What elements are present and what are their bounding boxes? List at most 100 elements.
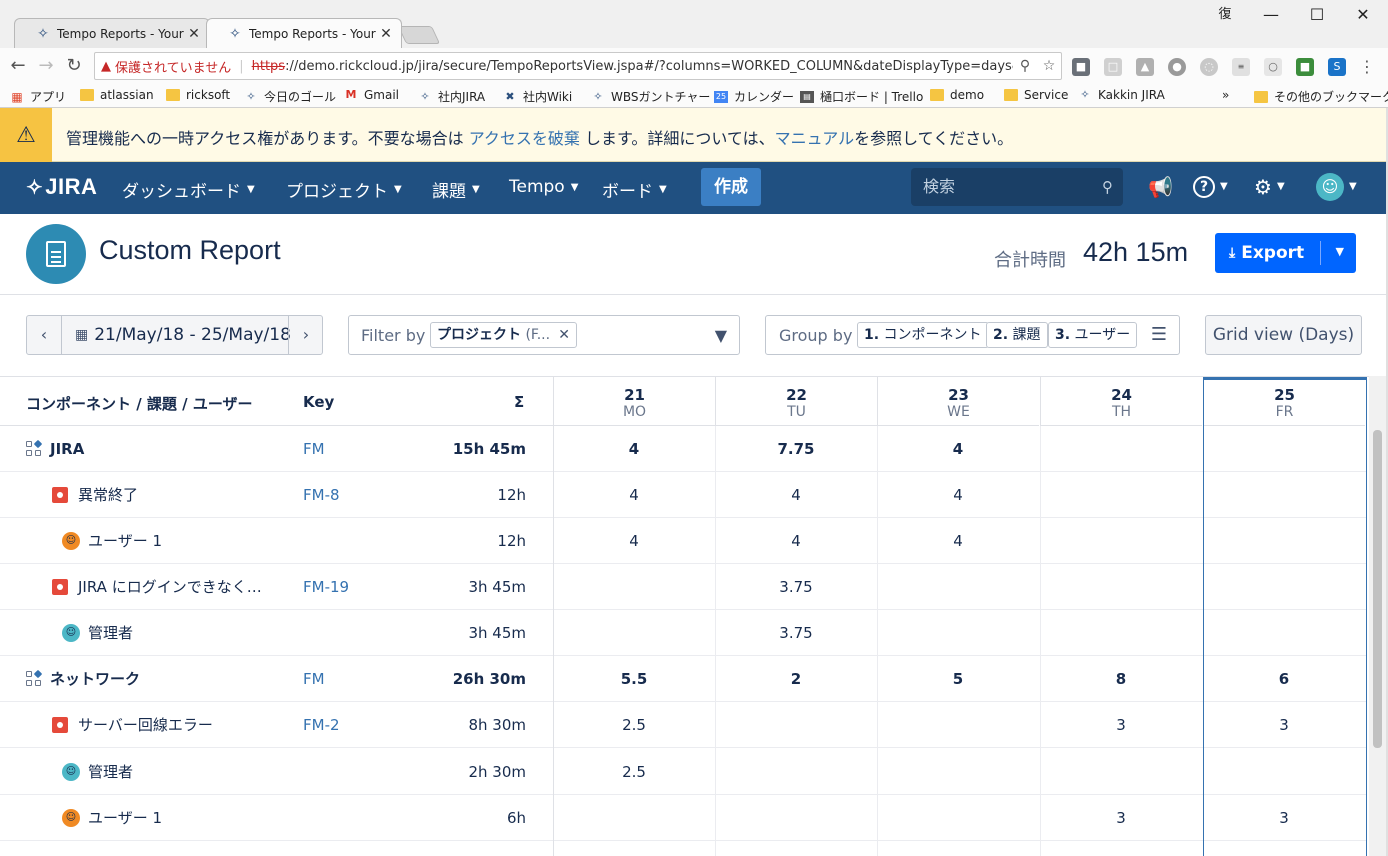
menu-dashboards[interactable]: ダッシュボード ▼ — [122, 177, 255, 202]
day-cell[interactable]: 2.5 — [553, 702, 715, 748]
manual-link[interactable]: マニュアル — [775, 129, 855, 148]
help-menu[interactable]: ? ▼ — [1193, 175, 1228, 199]
bookmark-item[interactable]: ✧ Kakkin JIRA — [1078, 88, 1164, 102]
search-input[interactable]: 検索 ⚲ — [911, 168, 1123, 206]
column-header-sum[interactable]: Σ — [514, 393, 524, 411]
browser-tab[interactable]: ✧ Tempo Reports - Your Co ✕ — [14, 18, 210, 48]
bookmark-item[interactable]: ricksoft — [166, 88, 230, 102]
day-cell[interactable]: 4 — [553, 472, 715, 518]
bookmark-item[interactable]: 25 カレンダー — [714, 88, 794, 105]
insecure-label[interactable]: 保護されていません — [115, 57, 231, 76]
day-cell[interactable] — [877, 749, 1039, 795]
star-icon[interactable]: ☆ — [1037, 58, 1061, 74]
pdf-extension-icon[interactable]: □ — [1104, 58, 1122, 76]
day-cell[interactable]: 4 — [553, 426, 715, 472]
day-cell[interactable]: 2.5 — [553, 749, 715, 795]
scrollbar-thumb[interactable] — [1373, 430, 1382, 748]
extension-icon[interactable]: ■ — [1296, 58, 1314, 76]
menu-dots-icon[interactable]: ⋮ — [1358, 58, 1376, 76]
close-icon[interactable]: ✕ — [379, 26, 393, 42]
close-icon[interactable]: ✕ — [558, 323, 570, 347]
bookmark-item[interactable]: ✧ 社内JIRA — [418, 88, 485, 105]
column-header-day[interactable]: 25 FR — [1203, 377, 1365, 426]
bookmark-item[interactable]: ✖ 社内Wiki — [503, 88, 572, 105]
bookmark-item[interactable]: ▤ 樋口ボード | Trello — [800, 88, 923, 105]
day-cell[interactable]: 4 — [715, 472, 877, 518]
row-name[interactable]: JIRA — [26, 426, 292, 472]
filter-bar[interactable]: Filter by プロジェクト (F... ✕ ▼ — [348, 315, 740, 355]
chrome-extension-icon[interactable]: ● — [1168, 58, 1186, 76]
day-cell[interactable] — [877, 702, 1039, 748]
day-cell[interactable] — [1203, 749, 1365, 795]
day-cell[interactable] — [1040, 518, 1202, 564]
day-cell[interactable]: 7.75 — [715, 426, 877, 472]
bookmarks-more-button[interactable]: » — [1222, 88, 1229, 102]
filter-chip-project[interactable]: プロジェクト (F... ✕ — [430, 322, 577, 348]
extension-icon[interactable]: ◌ — [1200, 58, 1218, 76]
jira-logo[interactable]: ✧ JIRA — [26, 174, 97, 200]
group-chip-component[interactable]: 1. コンポーネント — [857, 322, 989, 348]
day-cell[interactable] — [877, 610, 1039, 656]
grid-view-button[interactable]: Grid view (Days) — [1205, 315, 1362, 355]
bookmark-item[interactable]: ✧ 今日のゴール — [244, 88, 336, 105]
extension-icon[interactable]: ≡ — [1232, 58, 1250, 76]
menu-boards[interactable]: ボード ▼ — [602, 177, 667, 202]
group-chip-issue[interactable]: 2. 課題 — [986, 322, 1048, 348]
forward-icon[interactable]: → — [34, 54, 58, 78]
bookmark-item[interactable]: demo — [930, 88, 984, 102]
day-cell[interactable] — [1203, 426, 1365, 472]
column-header-day[interactable]: 21 MO — [553, 377, 715, 426]
day-cell[interactable]: 3.75 — [715, 610, 877, 656]
column-header-day[interactable]: 23 WE — [877, 377, 1039, 426]
group-by-bar[interactable]: Group by 1. コンポーネント 2. 課題 3. ユーザー ☰ — [765, 315, 1180, 355]
day-cell[interactable] — [1040, 564, 1202, 610]
url-input[interactable]: ▲ 保護されていません | https ://demo.rickcloud.jp… — [94, 52, 1062, 80]
new-tab-button[interactable] — [397, 26, 441, 44]
day-cell[interactable] — [877, 564, 1039, 610]
day-cell[interactable]: 2 — [715, 656, 877, 702]
menu-tempo[interactable]: Tempo ▼ — [509, 177, 578, 197]
next-period-button[interactable]: › — [289, 316, 323, 354]
column-header-key[interactable]: Key — [303, 393, 334, 411]
previous-period-button[interactable]: ‹ — [27, 316, 61, 354]
extension-icon[interactable]: ■ — [1072, 58, 1090, 76]
bookmark-item[interactable]: ✧ WBSガントチャート — [591, 88, 722, 105]
reload-icon[interactable]: ↻ — [62, 54, 86, 78]
day-cell[interactable] — [715, 749, 877, 795]
issue-key-link[interactable]: FM-8 — [303, 486, 340, 504]
date-range-button[interactable]: ▦ 21/May/18 - 25/May/18 — [75, 325, 291, 345]
vertical-scrollbar[interactable] — [1369, 376, 1386, 856]
filter-icon[interactable]: ▼ — [715, 326, 727, 345]
maximize-button[interactable]: ☐ — [1294, 0, 1340, 30]
day-cell[interactable] — [1203, 564, 1365, 610]
day-cell[interactable] — [553, 564, 715, 610]
day-cell[interactable]: 3.75 — [715, 564, 877, 610]
bookmark-item[interactable]: Service — [1004, 88, 1068, 102]
issue-key-link[interactable]: FM-19 — [303, 578, 349, 596]
day-cell[interactable] — [715, 702, 877, 748]
chevron-down-icon[interactable]: ▼ — [1336, 245, 1344, 258]
column-header-day[interactable]: 24 TH — [1040, 377, 1202, 426]
day-cell[interactable] — [715, 795, 877, 841]
day-cell[interactable]: 5.5 — [553, 656, 715, 702]
bookmark-item[interactable]: ▦ アプリ — [10, 88, 66, 105]
create-button[interactable]: 作成 — [701, 168, 761, 206]
bookmark-item[interactable]: M Gmail — [344, 88, 400, 102]
other-bookmarks[interactable]: その他のブックマーク — [1254, 88, 1388, 105]
day-cell[interactable] — [1203, 610, 1365, 656]
day-cell[interactable]: 8 — [1040, 656, 1202, 702]
close-icon[interactable]: ✕ — [187, 26, 201, 42]
zoom-icon[interactable]: ⚲ — [1013, 58, 1037, 74]
day-cell[interactable] — [1040, 749, 1202, 795]
profile-badge[interactable]: 復 — [1202, 0, 1248, 30]
day-cell[interactable]: 4 — [877, 426, 1039, 472]
day-cell[interactable] — [553, 610, 715, 656]
row-name[interactable]: JIRA にログインできなく… — [52, 564, 292, 610]
day-cell[interactable] — [1040, 610, 1202, 656]
s-extension-icon[interactable]: S — [1328, 58, 1346, 76]
drive-extension-icon[interactable]: ▲ — [1136, 58, 1154, 76]
day-cell[interactable] — [553, 795, 715, 841]
day-cell[interactable]: 4 — [877, 472, 1039, 518]
day-cell[interactable]: 3 — [1203, 702, 1365, 748]
settings-menu[interactable]: ⚙ ▼ — [1254, 175, 1285, 199]
